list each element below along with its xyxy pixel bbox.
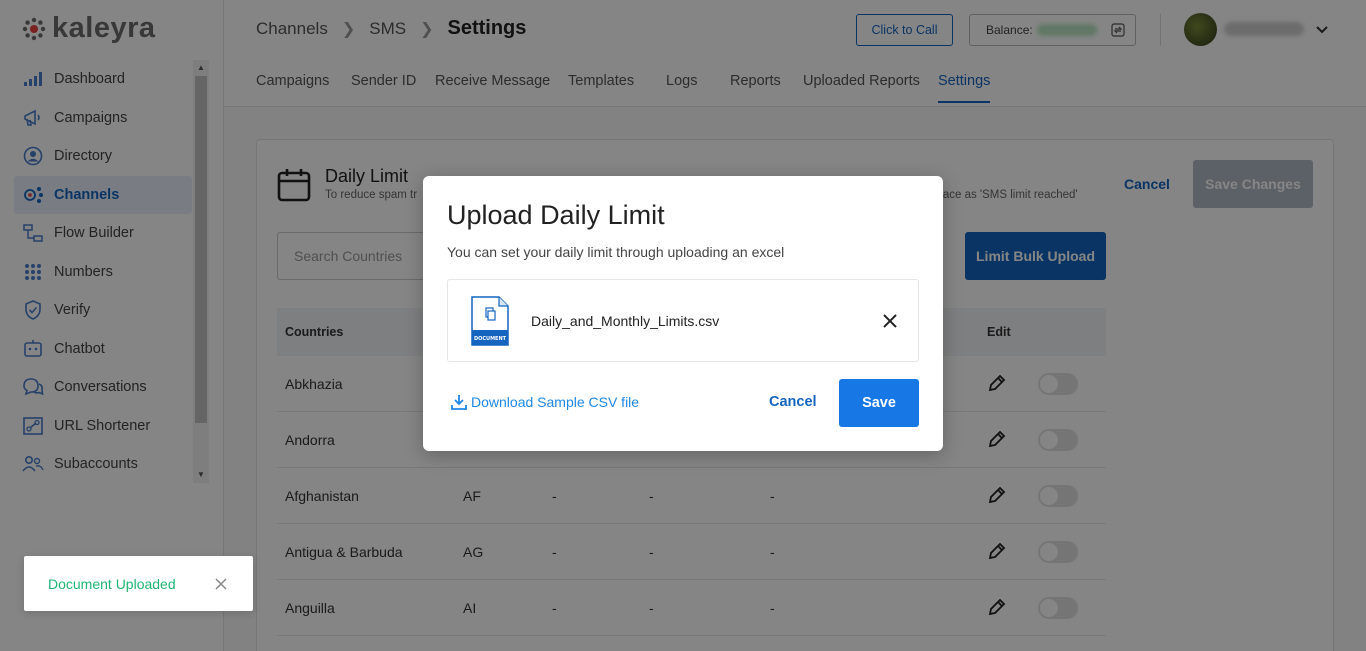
uploaded-file-box: DOCUMENT Daily_and_Monthly_Limits.csv <box>447 279 919 362</box>
download-sample-link[interactable]: Download Sample CSV file <box>451 394 639 410</box>
download-sample-label: Download Sample CSV file <box>471 394 640 410</box>
upload-success-toast: Document Uploaded <box>24 556 253 611</box>
modal-save-button[interactable]: Save <box>839 379 919 427</box>
toast-message: Document Uploaded <box>48 576 176 592</box>
file-name: Daily_and_Monthly_Limits.csv <box>531 313 720 329</box>
modal-title: Upload Daily Limit <box>447 200 665 230</box>
upload-daily-limit-modal: Upload Daily Limit You can set your dail… <box>423 176 943 451</box>
modal-description: You can set your daily limit through upl… <box>447 244 785 260</box>
toast-close-icon[interactable] <box>215 578 227 590</box>
document-file-icon: DOCUMENT <box>471 296 509 346</box>
file-icon-label: DOCUMENT <box>474 336 507 342</box>
modal-cancel-button[interactable]: Cancel <box>769 394 817 410</box>
remove-file-close-icon[interactable] <box>882 313 898 329</box>
download-icon <box>451 395 467 410</box>
